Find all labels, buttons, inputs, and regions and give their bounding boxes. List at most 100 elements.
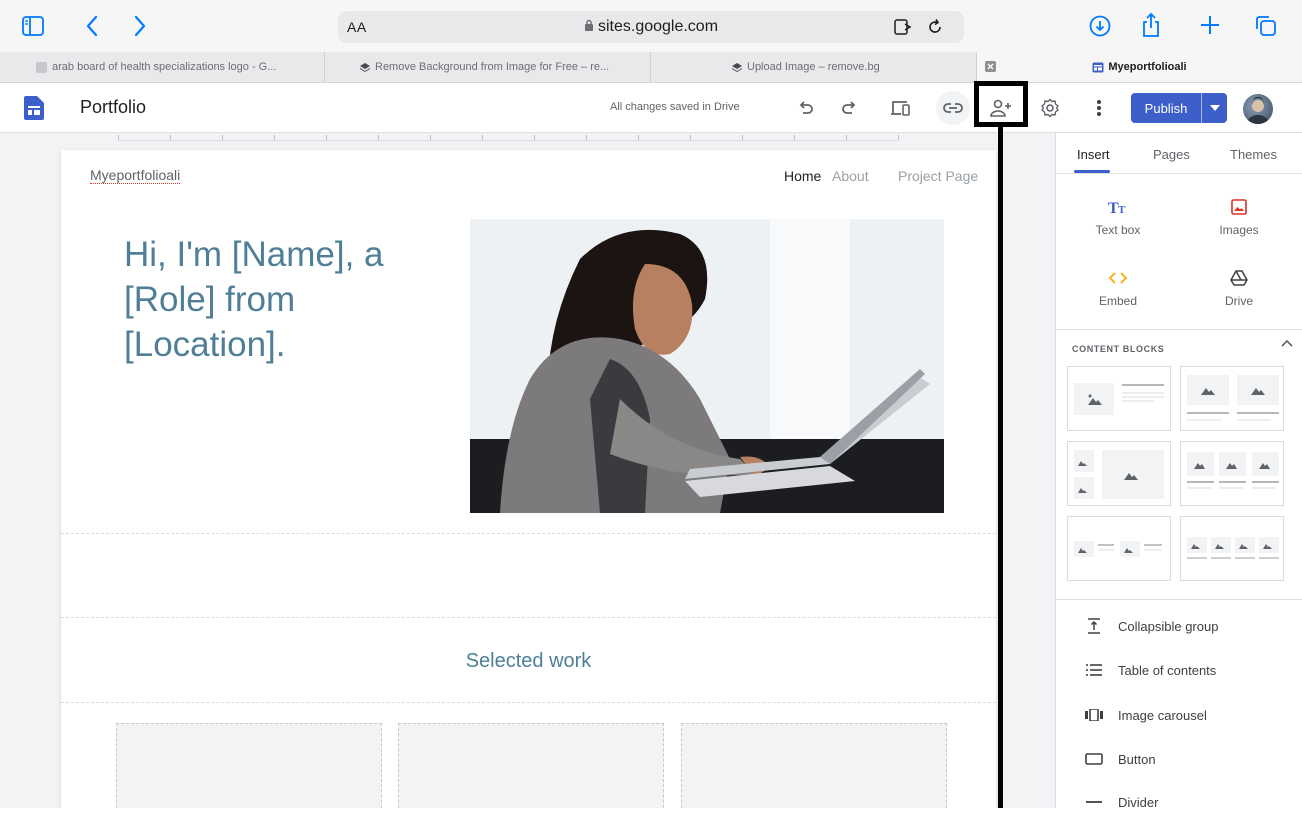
insert-drive[interactable]: Drive — [1194, 266, 1284, 308]
hero-image[interactable] — [470, 219, 944, 513]
tab-pages[interactable]: Pages — [1153, 147, 1190, 162]
site-name[interactable]: Myeportfolioali — [90, 167, 181, 184]
content-block-two-images[interactable] — [1180, 366, 1284, 431]
insert-divider[interactable]: Divider — [1084, 790, 1158, 814]
panel-separator — [1056, 329, 1302, 330]
insert-table-of-contents[interactable]: Table of contents — [1084, 658, 1216, 682]
browser-tab[interactable]: Remove Background from Image for Free – … — [325, 52, 651, 82]
browser-tab[interactable]: Upload Image – remove.bg — [651, 52, 977, 82]
extension-icon[interactable] — [894, 19, 914, 35]
insert-label: Text box — [1095, 223, 1141, 237]
ruler-tick — [586, 135, 587, 140]
project-placeholder[interactable] — [398, 723, 664, 808]
insert-images[interactable]: Images — [1194, 195, 1284, 237]
hero-heading[interactable]: Hi, I'm [Name], a [Role] from [Location]… — [124, 232, 454, 367]
ruler-tick — [274, 135, 275, 140]
section-divider — [61, 533, 996, 534]
browser-tab-active[interactable]: Myeportfolioali — [977, 52, 1302, 82]
section-divider — [61, 617, 996, 618]
content-block-image-text-pairs[interactable] — [1067, 516, 1171, 581]
lock-icon — [584, 19, 594, 32]
ruler-tick — [690, 135, 691, 140]
insert-embed[interactable]: Embed — [1073, 266, 1163, 308]
ruler-tick — [326, 135, 327, 140]
highlight-box — [974, 81, 1028, 127]
list-item-label: Button — [1118, 751, 1156, 767]
downloads-icon[interactable] — [1089, 15, 1111, 37]
ruler-tick — [898, 135, 899, 140]
site-page: Myeportfolioali Home About Project Page … — [61, 150, 996, 808]
reload-icon[interactable] — [926, 18, 944, 36]
ruler-tick — [170, 135, 171, 140]
content-block-four-images[interactable] — [1180, 516, 1284, 581]
close-tab-icon[interactable] — [985, 61, 996, 72]
avatar[interactable] — [1243, 94, 1273, 124]
insert-text-box[interactable]: TT Text box — [1073, 195, 1163, 237]
tab-separator — [1056, 173, 1302, 174]
button-icon — [1084, 753, 1104, 765]
publish-button[interactable]: Publish — [1131, 93, 1227, 123]
carousel-icon — [1084, 709, 1104, 721]
redo-icon[interactable] — [837, 95, 863, 121]
project-placeholder[interactable] — [116, 723, 382, 808]
insert-label: Images — [1219, 223, 1259, 237]
back-icon[interactable] — [86, 15, 98, 37]
drive-icon — [1194, 266, 1284, 290]
browser-tab-bar: arab board of health specializations log… — [0, 52, 1302, 83]
share-icon[interactable] — [1141, 12, 1161, 38]
content-block-image-grid[interactable] — [1067, 441, 1171, 506]
preview-devices-icon[interactable] — [888, 95, 914, 121]
tab-themes[interactable]: Themes — [1230, 147, 1277, 162]
highlight-pointer-line — [998, 127, 1003, 808]
list-item-label: Collapsible group — [1118, 618, 1219, 634]
nav-about[interactable]: About — [832, 168, 869, 184]
removebg-favicon-icon — [359, 62, 370, 73]
nav-project-page[interactable]: Project Page — [898, 168, 978, 184]
settings-gear-icon[interactable] — [1037, 95, 1063, 121]
collapse-chevron-icon[interactable] — [1281, 339, 1293, 347]
list-item-label: Divider — [1118, 794, 1159, 810]
tab-label: Upload Image – remove.bg — [747, 61, 880, 73]
url-text: sites.google.com — [597, 18, 719, 35]
sidebar-toggle-icon[interactable] — [22, 16, 44, 36]
ruler — [118, 133, 899, 141]
browser-tab[interactable]: arab board of health specializations log… — [0, 52, 325, 82]
insert-image-carousel[interactable]: Image carousel — [1084, 703, 1207, 727]
content-blocks-title: CONTENT BLOCKS — [1072, 344, 1165, 354]
content-block-image-text[interactable] — [1067, 366, 1171, 431]
insert-collapsible-group[interactable]: Collapsible group — [1084, 614, 1218, 638]
google-favicon-icon — [36, 61, 47, 73]
nav-home[interactable]: Home — [784, 168, 821, 184]
save-status: All changes saved in Drive — [610, 101, 740, 113]
insert-button[interactable]: Button — [1084, 747, 1156, 771]
publish-dropdown-icon[interactable] — [1202, 105, 1227, 111]
address-bar[interactable]: AA sites.google.com — [338, 11, 964, 43]
new-tab-icon[interactable] — [1200, 15, 1220, 35]
sites-editor-header: Portfolio All changes saved in Drive Pub… — [0, 83, 1302, 133]
site-title[interactable]: Portfolio — [80, 97, 146, 118]
ruler-tick — [534, 135, 535, 140]
undo-icon[interactable] — [792, 95, 818, 121]
sites-favicon-icon — [1092, 62, 1104, 73]
browser-toolbar: AA sites.google.com — [0, 0, 1302, 52]
ruler-tick — [430, 135, 431, 140]
ruler-tick — [638, 135, 639, 140]
ruler-tick — [378, 135, 379, 140]
text-box-icon: TT — [1073, 195, 1163, 219]
section-title[interactable]: Selected work — [61, 650, 996, 673]
content-block-three-images[interactable] — [1180, 441, 1284, 506]
tab-insert[interactable]: Insert — [1077, 147, 1110, 162]
section-divider — [61, 702, 996, 703]
project-placeholder[interactable] — [681, 723, 947, 808]
ruler-tick — [222, 135, 223, 140]
collapsible-icon — [1084, 618, 1104, 634]
more-options-icon[interactable] — [1086, 95, 1112, 121]
insert-label: Embed — [1098, 294, 1138, 308]
copy-link-icon[interactable] — [936, 91, 970, 125]
google-sites-logo-icon[interactable] — [24, 96, 44, 120]
tab-label: Myeportfolioali — [1108, 61, 1187, 73]
tab-overview-icon[interactable] — [1255, 15, 1277, 37]
svg-text:T: T — [1118, 204, 1126, 215]
forward-icon[interactable] — [134, 15, 146, 37]
tab-label: Remove Background from Image for Free – … — [375, 61, 610, 73]
